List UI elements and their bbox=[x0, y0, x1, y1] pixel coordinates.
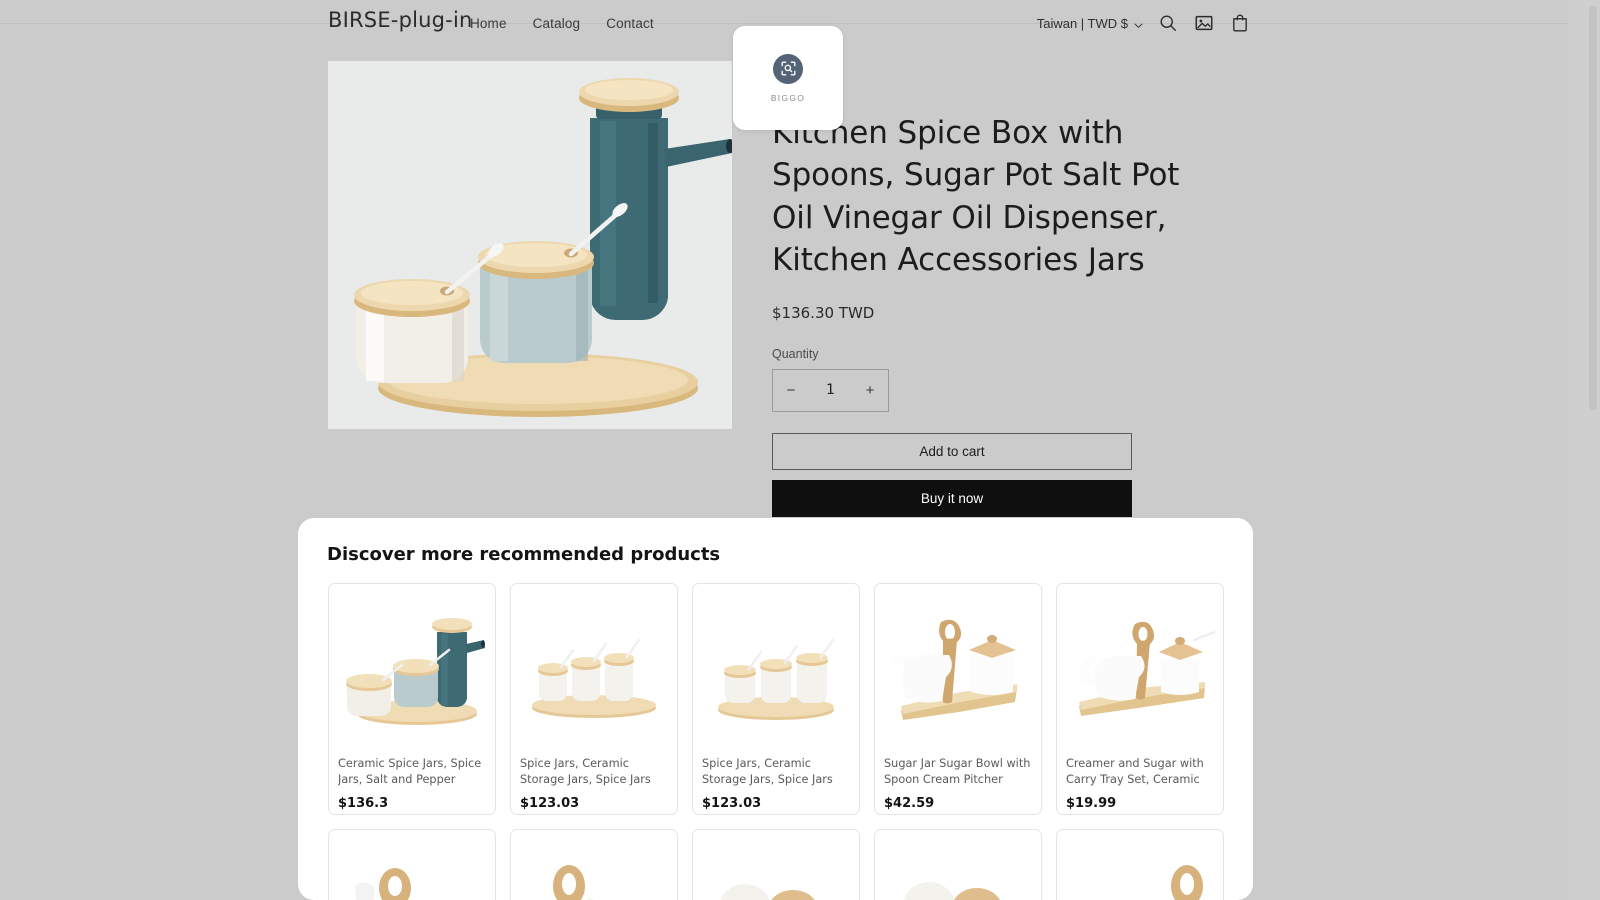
product-card-image bbox=[1057, 584, 1223, 750]
product-card-title: Sugar Jar Sugar Bowl with Spoon Cream Pi… bbox=[884, 757, 1031, 787]
site-header bbox=[0, 0, 1568, 24]
biggo-badge[interactable]: BIGGO bbox=[733, 26, 843, 130]
add-to-cart-button[interactable]: Add to cart bbox=[772, 432, 1132, 470]
product-price: $136.30 TWD bbox=[772, 303, 875, 322]
recommended-products-title: Discover more recommended products bbox=[327, 544, 721, 565]
image-icon[interactable] bbox=[1194, 13, 1214, 33]
product-card[interactable]: Creamer and Sugar with Carry Tray Set, C… bbox=[1056, 583, 1224, 815]
product-card-body: Spice Jars, Ceramic Storage Jars, Spice … bbox=[693, 750, 859, 811]
product-info: Kitchen Spice Box with Spoons, Sugar Pot… bbox=[772, 112, 1202, 517]
header-actions: Taiwan | TWD $ bbox=[1037, 13, 1250, 33]
vertical-scrollbar-track[interactable] bbox=[1586, 0, 1600, 900]
product-card-image bbox=[329, 830, 495, 900]
product-card-image bbox=[511, 584, 677, 750]
product-card-body: Ceramic Spice Jars, Spice Jars, Salt and… bbox=[329, 750, 495, 811]
quantity-input[interactable]: 1 bbox=[809, 382, 852, 398]
site-brand-logo[interactable]: BIRSE-plug-in bbox=[328, 8, 473, 32]
product-card[interactable] bbox=[874, 829, 1042, 900]
product-card[interactable] bbox=[1056, 829, 1224, 900]
browser-viewport: BIRSE-plug-in Home Catalog Contact Taiwa… bbox=[0, 0, 1600, 900]
product-card-image bbox=[329, 584, 495, 750]
quantity-label: Quantity bbox=[772, 346, 819, 361]
nav-item-contact[interactable]: Contact bbox=[606, 16, 654, 31]
search-icon[interactable] bbox=[1158, 13, 1178, 33]
product-card[interactable] bbox=[510, 829, 678, 900]
product-main-image[interactable] bbox=[328, 61, 732, 429]
product-card-price: $42.59 bbox=[884, 796, 935, 811]
product-card-price: $123.03 bbox=[520, 796, 580, 811]
product-card[interactable]: Sugar Jar Sugar Bowl with Spoon Cream Pi… bbox=[874, 583, 1042, 815]
recommended-products-panel: Discover more recommended products Ceram… bbox=[298, 518, 1253, 900]
product-card[interactable] bbox=[328, 829, 496, 900]
scan-search-icon bbox=[773, 53, 803, 84]
product-card-body: Creamer and Sugar with Carry Tray Set, C… bbox=[1057, 750, 1223, 811]
locale-label: Taiwan | TWD $ bbox=[1036, 15, 1128, 31]
chevron-down-icon bbox=[1133, 19, 1143, 28]
product-card-price: $123.03 bbox=[702, 796, 762, 811]
product-card[interactable]: Ceramic Spice Jars, Spice Jars, Salt and… bbox=[328, 583, 496, 815]
product-card-image bbox=[1057, 830, 1223, 900]
quantity-stepper[interactable]: − 1 + bbox=[772, 368, 889, 412]
product-card-image bbox=[875, 584, 1041, 750]
recommended-products-grid: Ceramic Spice Jars, Spice Jars, Salt and… bbox=[328, 583, 1253, 900]
quantity-decrease-button[interactable]: − bbox=[773, 370, 809, 411]
locale-currency-selector[interactable]: Taiwan | TWD $ bbox=[1036, 15, 1143, 31]
nav-item-catalog[interactable]: Catalog bbox=[533, 16, 581, 31]
quantity-increase-button[interactable]: + bbox=[852, 370, 888, 411]
product-card-image bbox=[693, 584, 859, 750]
product-card-price: $19.99 bbox=[1066, 796, 1117, 811]
product-card-price: $136.3 bbox=[338, 796, 389, 811]
product-card-title: Spice Jars, Ceramic Storage Jars, Spice … bbox=[702, 757, 833, 787]
nav-item-home[interactable]: Home bbox=[470, 16, 507, 31]
page-title: Kitchen Spice Box with Spoons, Sugar Pot… bbox=[772, 115, 1180, 279]
product-card-title: Creamer and Sugar with Carry Tray Set, C… bbox=[1066, 757, 1204, 787]
product-card[interactable]: Spice Jars, Ceramic Storage Jars, Spice … bbox=[692, 583, 860, 815]
product-card-image bbox=[693, 830, 859, 900]
product-card[interactable] bbox=[692, 829, 860, 900]
product-card[interactable]: Spice Jars, Ceramic Storage Jars, Spice … bbox=[510, 583, 678, 815]
cart-icon[interactable] bbox=[1230, 13, 1250, 33]
product-card-image bbox=[511, 830, 677, 900]
biggo-label: BIGGO bbox=[770, 92, 806, 103]
main-navigation: Home Catalog Contact bbox=[470, 16, 654, 31]
buy-it-now-button[interactable]: Buy it now bbox=[772, 479, 1132, 517]
product-card-body: Spice Jars, Ceramic Storage Jars, Spice … bbox=[511, 750, 677, 811]
product-card-body: Sugar Jar Sugar Bowl with Spoon Cream Pi… bbox=[875, 750, 1041, 811]
product-card-title: Ceramic Spice Jars, Spice Jars, Salt and… bbox=[338, 757, 482, 787]
product-card-title: Spice Jars, Ceramic Storage Jars, Spice … bbox=[520, 757, 651, 787]
vertical-scrollbar-thumb[interactable] bbox=[1589, 6, 1597, 410]
product-card-image bbox=[875, 830, 1041, 900]
